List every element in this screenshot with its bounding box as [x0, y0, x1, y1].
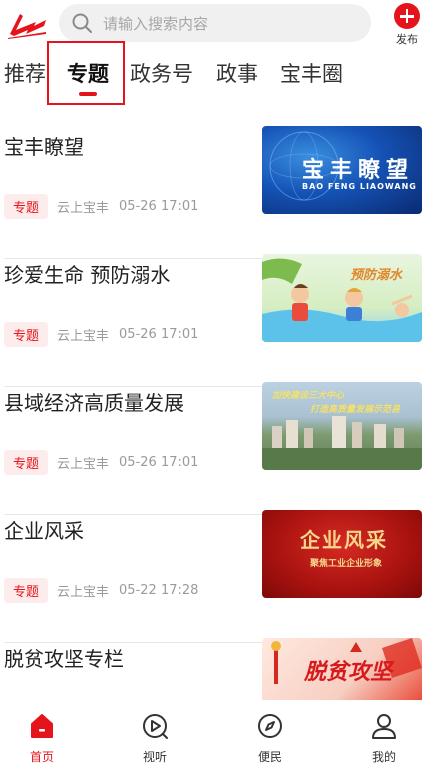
article-thumbnail[interactable]: 脱贫攻坚	[262, 638, 422, 700]
publish-button[interactable]: 发布	[392, 3, 422, 47]
article-meta: 专题 云上宝丰 05-22 17:28	[4, 577, 199, 603]
thumbnail-title: 企业风采	[300, 528, 388, 552]
app-logo-icon[interactable]	[6, 8, 48, 40]
topic-tag: 专题	[4, 321, 49, 347]
nav-label: 便民	[257, 750, 282, 764]
thumbnail-subtitle: 聚焦工业企业形象	[310, 559, 383, 569]
thumbnail-subtitle: 打造高质量发展示范县	[310, 405, 401, 415]
thumbnail-title: 脱贫攻坚	[304, 660, 393, 685]
nav-label: 首页	[29, 750, 54, 764]
compass-icon	[258, 714, 282, 738]
nav-home[interactable]: 首页	[12, 712, 72, 765]
article-title[interactable]: 企业风采	[4, 515, 254, 544]
topic-tag: 专题	[4, 577, 49, 603]
list-item[interactable]: 企业风采 专题 云上宝丰 05-22 17:28 企业风采 聚焦工业企业形象	[0, 510, 422, 643]
play-icon	[143, 714, 168, 739]
nav-media[interactable]: 视听	[125, 712, 185, 765]
article-meta: 专题 云上宝丰 05-26 17:01	[4, 193, 199, 219]
tab-government[interactable]: 政务号	[130, 58, 193, 88]
nav-label: 视听	[142, 750, 167, 764]
plus-icon	[394, 3, 420, 29]
publish-label: 发布	[396, 33, 418, 46]
nav-profile[interactable]: 我的	[354, 712, 414, 765]
thumbnail-title: 加快建设三大中心	[272, 391, 345, 401]
article-source: 云上宝丰	[57, 456, 110, 472]
article-time: 05-26 17:01	[119, 198, 199, 214]
user-icon	[372, 714, 396, 739]
search-icon	[72, 13, 92, 33]
search-bar[interactable]: 请输入搜索内容	[59, 4, 371, 42]
thumbnail-subtitle: BAO FENG LIAOWANG	[302, 182, 417, 191]
article-source: 云上宝丰	[57, 328, 110, 344]
bottom-navigation: 首页 视听 便民 我的	[0, 700, 422, 770]
article-time: 05-26 17:01	[119, 454, 199, 470]
nav-services[interactable]: 便民	[240, 712, 300, 765]
article-thumbnail[interactable]: 加快建设三大中心 打造高质量发展示范县	[262, 382, 422, 470]
top-bar: 请输入搜索内容 发布	[0, 0, 422, 46]
tab-highlight-box	[47, 41, 125, 105]
nav-label: 我的	[371, 750, 396, 764]
article-time: 05-26 17:01	[119, 326, 199, 342]
topic-tag: 专题	[4, 193, 49, 219]
list-item[interactable]: 县域经济高质量发展 专题 云上宝丰 05-26 17:01 加快建设三大中心 打…	[0, 382, 422, 515]
article-time: 05-22 17:28	[119, 582, 199, 598]
tab-politics[interactable]: 政事	[216, 58, 258, 88]
thumbnail-title: 预防溺水	[350, 268, 403, 283]
tab-baofeng-circle[interactable]: 宝丰圈	[280, 58, 343, 88]
list-item[interactable]: 脱贫攻坚专栏 脱贫攻坚	[0, 638, 422, 700]
article-source: 云上宝丰	[57, 584, 110, 600]
topic-tag: 专题	[4, 449, 49, 475]
article-thumbnail[interactable]: 企业风采 聚焦工业企业形象	[262, 510, 422, 598]
article-meta: 专题 云上宝丰 05-26 17:01	[4, 321, 199, 347]
article-title[interactable]: 宝丰瞭望	[4, 131, 254, 160]
tab-recommend[interactable]: 推荐	[4, 58, 46, 88]
list-item[interactable]: 宝丰瞭望 专题 云上宝丰 05-26 17:01 宝丰瞭望 BAO FENG L…	[0, 126, 422, 259]
home-icon	[31, 714, 53, 738]
article-title[interactable]: 脱贫攻坚专栏	[4, 643, 254, 672]
search-placeholder: 请输入搜索内容	[103, 15, 209, 33]
article-title[interactable]: 珍爱生命 预防溺水	[4, 259, 254, 288]
article-source: 云上宝丰	[57, 200, 110, 216]
list-item[interactable]: 珍爱生命 预防溺水 专题 云上宝丰 05-26 17:01 预防溺水	[0, 254, 422, 387]
article-meta: 专题 云上宝丰 05-26 17:01	[4, 449, 199, 475]
article-thumbnail[interactable]: 宝丰瞭望 BAO FENG LIAOWANG	[262, 126, 422, 214]
article-thumbnail[interactable]: 预防溺水	[262, 254, 422, 342]
article-title[interactable]: 县域经济高质量发展	[4, 387, 254, 416]
thumbnail-title: 宝丰瞭望	[302, 158, 415, 183]
